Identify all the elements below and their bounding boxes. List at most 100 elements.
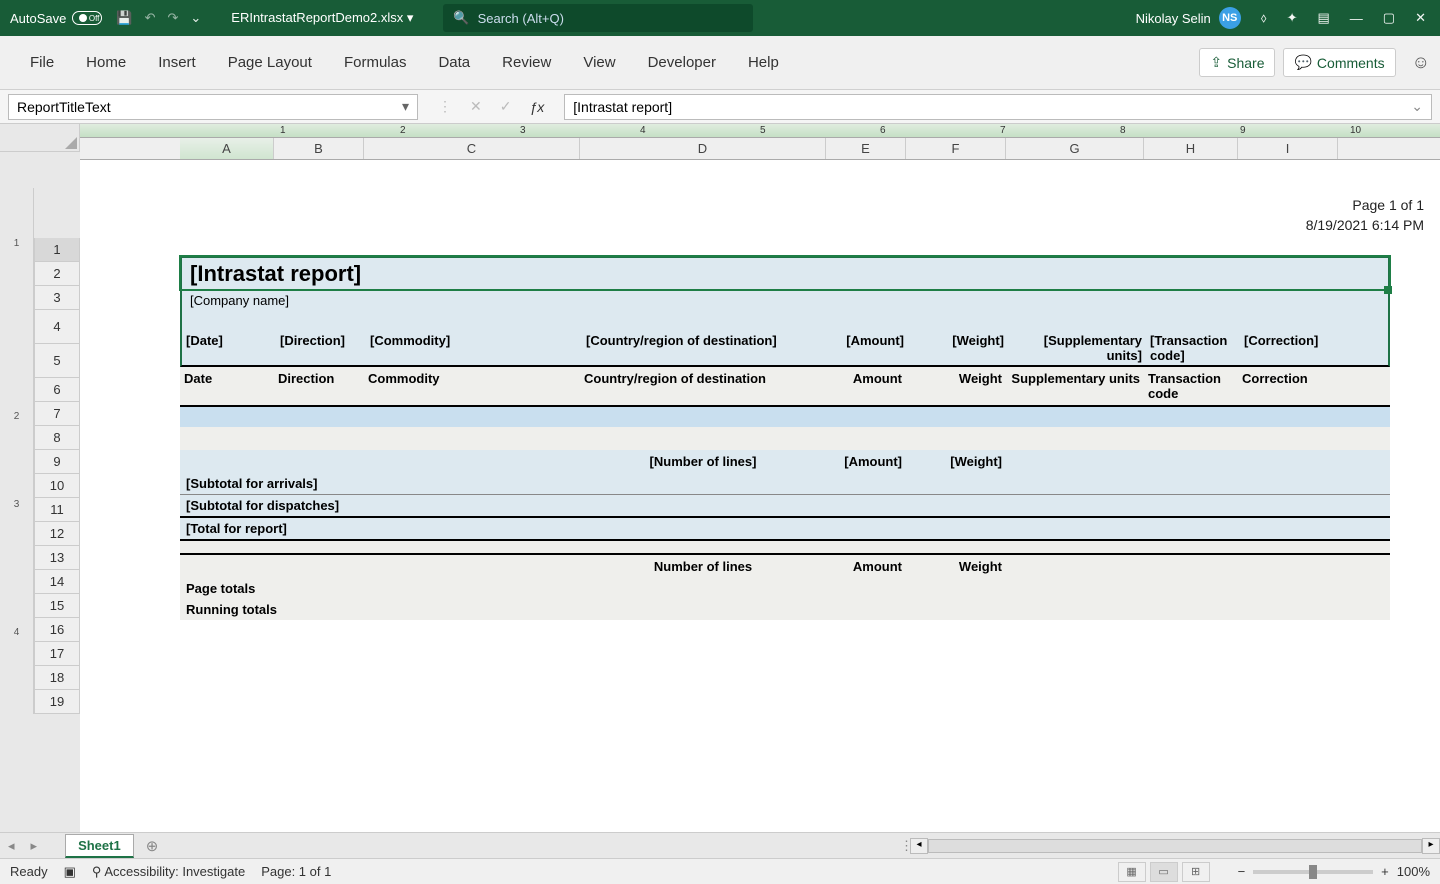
row-page-totals[interactable]: Page totals xyxy=(180,578,1390,599)
tab-nav-prev-icon[interactable]: ◂ xyxy=(0,838,23,854)
zoom-in-icon[interactable]: + xyxy=(1381,864,1389,879)
row-header-17[interactable]: 17 xyxy=(34,642,80,666)
cancel-formula-icon[interactable]: ✕ xyxy=(470,98,482,115)
share-button[interactable]: ⇪Share xyxy=(1199,48,1275,77)
name-box-dropdown-icon[interactable]: ▾ xyxy=(402,98,409,115)
redo-icon[interactable]: ↷ xyxy=(167,10,178,26)
row-header-7[interactable]: 7 xyxy=(34,402,80,426)
grip-icon[interactable]: ⋮ xyxy=(438,98,452,115)
qat-dropdown-icon[interactable]: ⌄ xyxy=(190,10,201,26)
col-header-d[interactable]: D xyxy=(580,138,826,159)
tab-file[interactable]: File xyxy=(14,46,70,79)
tab-page-layout[interactable]: Page Layout xyxy=(212,46,328,79)
horizontal-scrollbar[interactable]: ⋮ ◂ ▸ xyxy=(900,838,1440,854)
tab-nav-next-icon[interactable]: ▸ xyxy=(23,838,46,854)
worksheet-grid[interactable]: Page 1 of 1 8/19/2021 6:14 PM [Intrastat… xyxy=(80,160,1440,832)
row-subtotal-arrivals[interactable]: [Subtotal for arrivals] xyxy=(180,473,1390,495)
sheet-tab-1[interactable]: Sheet1 xyxy=(65,834,134,858)
tab-data[interactable]: Data xyxy=(422,46,486,79)
col-header-f[interactable]: F xyxy=(906,138,1006,159)
row-header-6[interactable]: 6 xyxy=(34,378,80,402)
col-header-a[interactable]: A xyxy=(180,138,274,159)
tab-insert[interactable]: Insert xyxy=(142,46,212,79)
tab-review[interactable]: Review xyxy=(486,46,567,79)
row-header-5[interactable]: 5 xyxy=(34,344,80,378)
row-divider[interactable] xyxy=(180,539,1390,555)
row-header-14[interactable]: 14 xyxy=(34,570,80,594)
col-header-i[interactable]: I xyxy=(1238,138,1338,159)
view-page-layout-icon[interactable]: ▭ xyxy=(1150,862,1178,882)
formula-expand-icon[interactable]: ⌄ xyxy=(1411,98,1423,115)
name-box[interactable]: ReportTitleText ▾ xyxy=(8,94,418,120)
tab-view[interactable]: View xyxy=(567,46,631,79)
col-header-e[interactable]: E xyxy=(826,138,906,159)
row-header-19[interactable]: 19 xyxy=(34,690,80,714)
tab-home[interactable]: Home xyxy=(70,46,142,79)
row-totals-header[interactable]: Number of lines Amount Weight xyxy=(180,555,1390,578)
row-summary-labels[interactable]: [Number of lines] [Amount] [Weight] xyxy=(180,450,1390,473)
row-header-15[interactable]: 15 xyxy=(34,594,80,618)
col-header-b[interactable]: B xyxy=(274,138,364,159)
col-header-g[interactable]: G xyxy=(1006,138,1144,159)
row-header-16[interactable]: 16 xyxy=(34,618,80,642)
row-header-11[interactable]: 11 xyxy=(34,498,80,522)
column-headers[interactable]: A B C D E F G H I xyxy=(80,138,1440,160)
minimize-icon[interactable]: — xyxy=(1350,11,1363,26)
row-header-4[interactable]: 4 xyxy=(34,310,80,344)
fx-icon[interactable]: ƒx xyxy=(529,99,544,115)
zoom-slider[interactable] xyxy=(1253,870,1373,874)
cell-report-title[interactable]: [Intrastat report] xyxy=(180,256,1390,290)
row-total-report[interactable]: [Total for report] xyxy=(180,518,1390,539)
save-icon[interactable]: 💾 xyxy=(116,10,132,26)
tab-formulas[interactable]: Formulas xyxy=(328,46,423,79)
formula-input[interactable]: [Intrastat report] ⌄ xyxy=(564,94,1432,120)
user-avatar: NS xyxy=(1219,7,1241,29)
zoom-out-icon[interactable]: − xyxy=(1238,864,1246,879)
row-subtotal-dispatches[interactable]: [Subtotal for dispatches] xyxy=(180,495,1390,518)
feedback-icon[interactable]: ☺ xyxy=(1412,52,1430,73)
row-header-9[interactable]: 9 xyxy=(34,450,80,474)
user-area[interactable]: Nikolay Selin NS xyxy=(1136,7,1241,29)
row-header-1[interactable]: 1 xyxy=(34,238,80,262)
outline-group-levels[interactable]: 1 2 3 4 xyxy=(0,188,34,714)
row-blank-1[interactable] xyxy=(180,311,1390,331)
cell-company-name[interactable]: [Company name] xyxy=(180,290,1390,311)
filename-dropdown-icon[interactable]: ▾ xyxy=(407,10,414,25)
close-icon[interactable]: ✕ xyxy=(1415,10,1426,26)
row-data-blue[interactable] xyxy=(180,407,1390,427)
view-page-break-icon[interactable]: ⊞ xyxy=(1182,862,1210,882)
coming-soon-icon[interactable]: ✦ xyxy=(1287,10,1298,26)
row-header-18[interactable]: 18 xyxy=(34,666,80,690)
diamond-icon[interactable]: ⬨ xyxy=(1261,10,1267,26)
zoom-level[interactable]: 100% xyxy=(1397,864,1430,879)
view-normal-icon[interactable]: ▦ xyxy=(1118,862,1146,882)
undo-icon[interactable]: ↶ xyxy=(145,10,156,26)
selection-handle[interactable] xyxy=(1384,286,1392,294)
tab-developer[interactable]: Developer xyxy=(632,46,732,79)
search-box[interactable]: 🔍 Search (Alt+Q) xyxy=(443,4,753,32)
row-header-3[interactable]: 3 xyxy=(34,286,80,310)
col-header-h[interactable]: H xyxy=(1144,138,1238,159)
scroll-right-icon[interactable]: ▸ xyxy=(1422,838,1440,854)
tab-help[interactable]: Help xyxy=(732,46,795,79)
row-headers[interactable]: 1 2 3 4 5 6 7 8 9 10 11 12 13 14 15 16 1… xyxy=(34,238,80,714)
maximize-icon[interactable]: ▢ xyxy=(1383,10,1395,26)
row-header-2[interactable]: 2 xyxy=(34,262,80,286)
filename[interactable]: ERIntrastatReportDemo2.xlsx ▾ xyxy=(231,10,413,26)
ribbon-display-icon[interactable]: ▤ xyxy=(1318,10,1330,26)
row-running-totals[interactable]: Running totals xyxy=(180,599,1390,620)
col-header-c[interactable]: C xyxy=(364,138,580,159)
row-column-labels[interactable]: [Date] [Direction] [Commodity] [Country/… xyxy=(180,331,1390,367)
select-all-triangle[interactable] xyxy=(0,124,80,152)
add-sheet-icon[interactable]: ⊕ xyxy=(146,837,159,855)
row-data-grey[interactable] xyxy=(180,427,1390,450)
row-data-header[interactable]: Date Direction Commodity Country/region … xyxy=(180,367,1390,407)
row-header-12[interactable]: 12 xyxy=(34,522,80,546)
row-header-10[interactable]: 10 xyxy=(34,474,80,498)
comments-button[interactable]: 💬Comments xyxy=(1283,48,1395,77)
autosave-toggle[interactable]: AutoSave Off xyxy=(10,11,102,26)
row-header-13[interactable]: 13 xyxy=(34,546,80,570)
row-header-8[interactable]: 8 xyxy=(34,426,80,450)
scroll-left-icon[interactable]: ◂ xyxy=(910,838,928,854)
enter-formula-icon[interactable]: ✓ xyxy=(500,98,512,115)
